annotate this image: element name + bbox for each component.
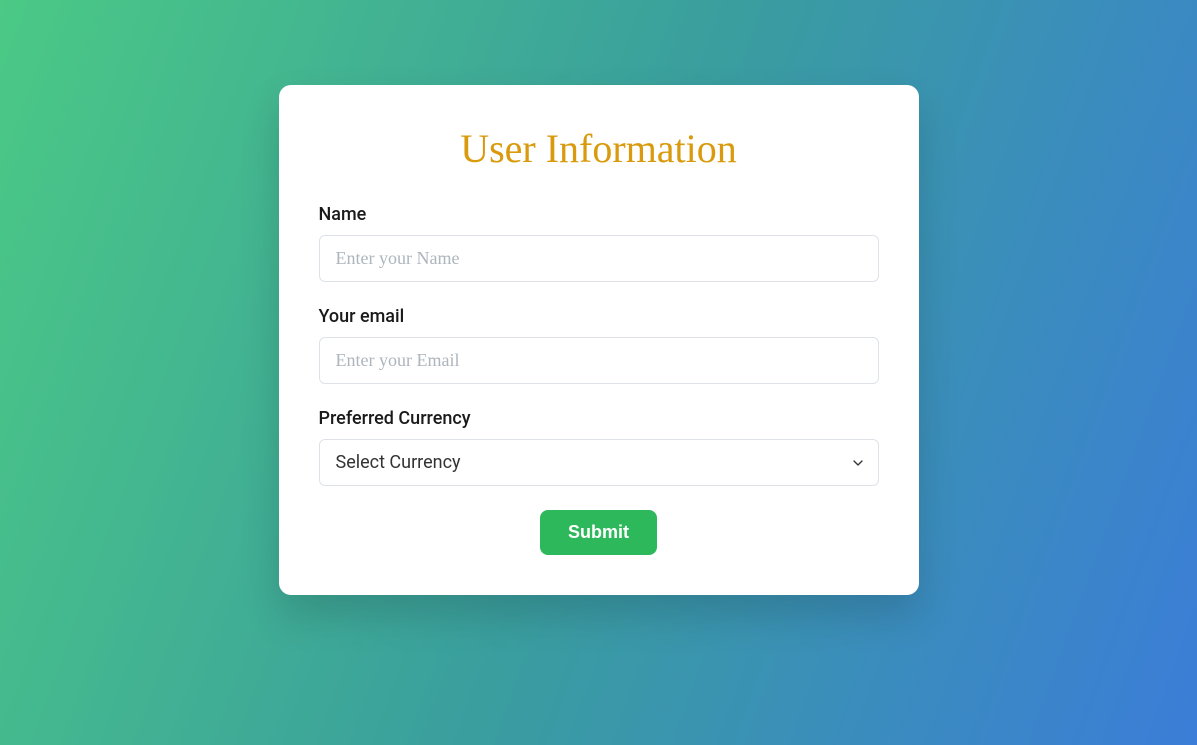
email-field-group: Your email: [319, 306, 879, 384]
name-field-group: Name: [319, 204, 879, 282]
currency-select[interactable]: Select Currency: [319, 439, 879, 486]
currency-label: Preferred Currency: [319, 408, 879, 429]
currency-field-group: Preferred Currency Select Currency: [319, 408, 879, 486]
name-label: Name: [319, 204, 879, 225]
name-input[interactable]: [319, 235, 879, 282]
user-info-card: User Information Name Your email Preferr…: [279, 85, 919, 595]
form-title: User Information: [319, 125, 879, 172]
email-label: Your email: [319, 306, 879, 327]
email-input[interactable]: [319, 337, 879, 384]
submit-button[interactable]: Submit: [540, 510, 657, 555]
